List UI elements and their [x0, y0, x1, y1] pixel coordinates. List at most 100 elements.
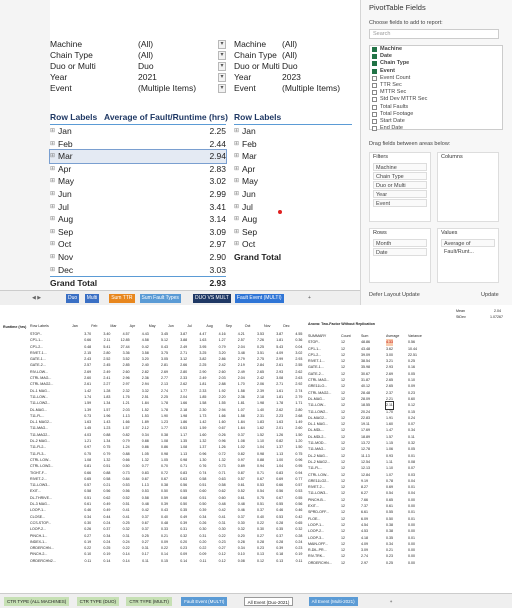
month-header[interactable]: Jun	[168, 324, 174, 328]
pivot-row[interactable]: ⊞ May	[234, 175, 352, 188]
expand-icon[interactable]: ⊞	[50, 188, 55, 201]
field-item[interactable]: Event	[370, 68, 502, 75]
sheet-tab[interactable]: Fault Event (MULTI)	[234, 294, 284, 303]
sheet-tab[interactable]: Duo	[66, 294, 80, 303]
field-item[interactable]: Start Date	[370, 118, 502, 125]
sheet-tab[interactable]: CTR TYPE (ALL MACHINES)	[4, 597, 70, 606]
pivot-row[interactable]: Sep ⊞ 3.09	[50, 226, 226, 239]
pivot-row[interactable]: Mar ⊞ 2.94	[49, 149, 227, 164]
pivot-row[interactable]: Oct ⊞ 2.97	[50, 238, 226, 251]
month-header[interactable]: Dec	[283, 324, 289, 328]
defer-layout-update-checkbox[interactable]: Defer Layout Update	[369, 292, 420, 298]
expand-icon[interactable]: ⊞	[50, 238, 55, 251]
filter-dropdown-icon[interactable]: ▾	[218, 73, 226, 82]
month-header[interactable]: Oct	[245, 324, 251, 328]
sheet-tab[interactable]: All Event (Multi-2021)	[308, 597, 358, 606]
pivot-row[interactable]: Apr ⊞ 2.83	[50, 163, 226, 176]
filter-dropdown-icon[interactable]: ▾	[218, 40, 226, 49]
values-area[interactable]: Values Average of Fault/Runt...	[437, 228, 499, 283]
field-checkbox[interactable]	[372, 126, 377, 132]
field-search-input[interactable]: Search	[369, 29, 499, 39]
field-item[interactable]: Std Dev MTTR Sec	[370, 96, 502, 103]
sheet-nav-icon[interactable]: ◀ ▶	[30, 294, 43, 303]
expand-icon[interactable]: ⊞	[50, 213, 55, 226]
expand-icon[interactable]: ⊞	[50, 175, 55, 188]
field-item[interactable]: Total Footage	[370, 111, 502, 118]
field-checkbox[interactable]	[372, 47, 377, 52]
expand-icon[interactable]: ⊞	[50, 226, 55, 239]
field-checkbox[interactable]	[372, 82, 377, 88]
filter-dropdown-icon[interactable]: ▾	[218, 51, 226, 60]
pivot-row[interactable]: ⊞ Sep	[234, 226, 352, 239]
pivot-row[interactable]: May ⊞ 3.02	[50, 175, 226, 188]
rows-area[interactable]: Rows Month Date	[369, 228, 431, 283]
row-labels-header[interactable]: Row Labels	[234, 112, 281, 122]
month-header[interactable]: Jul	[187, 324, 192, 328]
area-field[interactable]: Event	[373, 199, 427, 207]
month-header[interactable]: Apr	[130, 324, 136, 328]
area-field[interactable]: Machine	[373, 163, 427, 171]
month-header[interactable]: Feb	[91, 324, 97, 328]
row-labels-header[interactable]: Row Labels	[50, 112, 97, 122]
filters-area[interactable]: Filters Machine Chain Type Duo or Multi Year…	[369, 152, 431, 222]
pivot-row[interactable]: Jan ⊞ 2.25	[50, 125, 226, 138]
field-item[interactable]: TTR Sec	[370, 82, 502, 89]
pivot-row[interactable]: Jul ⊞ 3.41	[50, 201, 226, 214]
expand-icon[interactable]: ⊞	[50, 150, 55, 163]
sheet-tab[interactable]: Sum TTR	[109, 294, 135, 303]
expand-icon[interactable]: ⊞	[50, 264, 55, 277]
columns-area[interactable]: Columns	[437, 152, 499, 222]
pivot-row[interactable]: ⊞ Apr	[234, 163, 352, 176]
month-header[interactable]: Jan	[72, 324, 78, 328]
pivot-row[interactable]: ⊞ Jan	[234, 125, 352, 138]
sheet-tab[interactable]: Fault Event (MULTI)	[181, 597, 228, 606]
pivot-row[interactable]: ⊞ Feb	[234, 138, 352, 151]
pivot-row[interactable]: ⊞ Aug	[234, 213, 352, 226]
add-sheet-icon[interactable]: +	[306, 294, 313, 303]
sheet-tab[interactable]: Sum Fault Types	[139, 294, 181, 303]
add-sheet-icon[interactable]: +	[387, 597, 396, 606]
field-checkbox[interactable]	[372, 54, 377, 60]
field-checkbox[interactable]	[372, 68, 377, 74]
field-list[interactable]: Machine Date Chain Type Event Event Count TTR…	[369, 45, 503, 132]
pivot-row[interactable]: Dec ⊞ 3.03	[50, 264, 226, 277]
field-checkbox[interactable]	[372, 118, 377, 124]
area-field[interactable]: Date	[373, 248, 427, 256]
sheet-tab[interactable]: CTR TYPE (DUO)	[76, 597, 120, 606]
pivot-row[interactable]: Jun ⊞ 2.99	[50, 188, 226, 201]
expand-icon[interactable]: ⊞	[50, 163, 55, 176]
update-button[interactable]: Update	[481, 292, 499, 298]
sheet-tab[interactable]: DUO VS MULT	[193, 294, 231, 303]
pivot-row[interactable]: ⊞ Oct	[234, 238, 352, 251]
pivot-row[interactable]: ⊞ Jul	[234, 201, 352, 214]
field-checkbox[interactable]	[372, 90, 377, 96]
pivot-row[interactable]: Nov ⊞ 2.90	[50, 251, 226, 264]
field-item[interactable]: Machine	[370, 46, 502, 53]
month-header[interactable]: May	[149, 324, 156, 328]
field-checkbox[interactable]	[372, 61, 377, 67]
sheet-tab[interactable]: All Event (Duo-2021)	[243, 597, 294, 606]
month-header[interactable]: Nov	[264, 324, 270, 328]
pivot-row[interactable]: Aug ⊞ 3.14	[50, 213, 226, 226]
expand-icon[interactable]: ⊞	[50, 138, 55, 151]
filter-dropdown-icon[interactable]: ▾	[218, 62, 226, 71]
field-checkbox[interactable]	[372, 111, 377, 117]
sheet-tab[interactable]: CTR TYPE (MULTI)	[126, 597, 172, 606]
field-item[interactable]: End Date	[370, 125, 502, 132]
pivot-row[interactable]: ⊞ Mar	[234, 150, 352, 163]
area-field[interactable]: Chain Type	[373, 172, 427, 180]
expand-icon[interactable]: ⊞	[50, 125, 55, 138]
month-header[interactable]: Mar	[110, 324, 116, 328]
area-field[interactable]: Year	[373, 190, 427, 198]
expand-icon[interactable]: ⊞	[50, 251, 55, 264]
sheet-tab[interactable]: Multi	[84, 294, 100, 303]
area-field[interactable]: Average of Fault/Runt...	[441, 239, 495, 255]
field-checkbox[interactable]	[372, 75, 377, 81]
area-field[interactable]: Duo or Multi	[373, 181, 427, 189]
field-checkbox[interactable]	[372, 97, 377, 103]
field-item[interactable]: Total Faults	[370, 104, 502, 111]
area-field[interactable]: Month	[373, 239, 427, 247]
field-checkbox[interactable]	[372, 104, 377, 110]
month-header[interactable]: Aug	[206, 324, 212, 328]
field-item[interactable]: Chain Type	[370, 60, 502, 67]
